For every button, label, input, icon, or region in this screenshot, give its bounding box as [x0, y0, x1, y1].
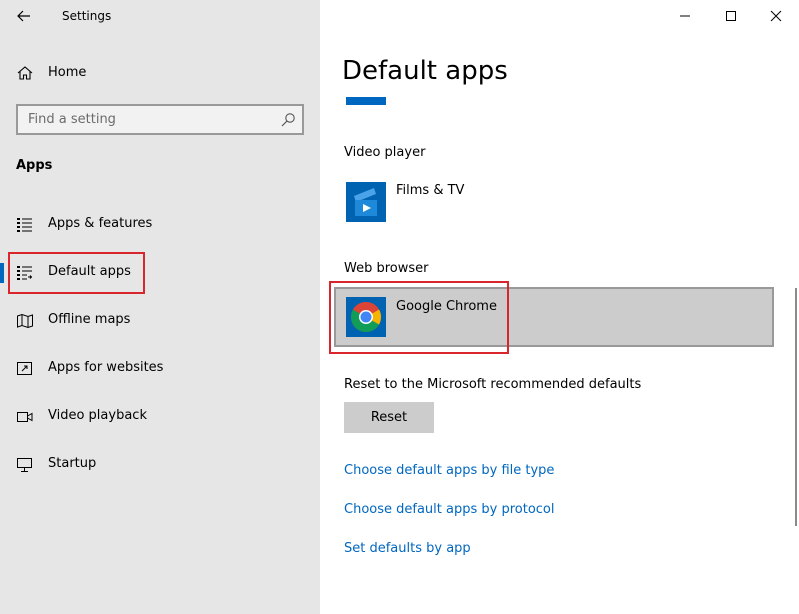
title-accent-bar	[346, 97, 386, 105]
web-browser-label: Web browser	[344, 261, 429, 276]
sidebar: Settings Home Apps Apps & features	[0, 0, 320, 614]
video-player-app-name: Films & TV	[396, 183, 465, 198]
sidebar-item-video-playback[interactable]: Video playback	[0, 397, 320, 437]
web-browser-app-button[interactable]: Google Chrome	[334, 287, 774, 347]
close-button[interactable]	[753, 0, 799, 32]
video-player-app-button[interactable]: Films & TV	[334, 172, 774, 232]
search-input[interactable]	[18, 106, 268, 133]
films-tv-icon	[346, 182, 386, 222]
apps-features-icon	[17, 218, 32, 232]
offline-maps-icon	[17, 313, 33, 329]
back-button[interactable]	[12, 4, 36, 28]
sidebar-item-label: Startup	[48, 456, 97, 471]
search-box	[16, 104, 304, 135]
sidebar-item-startup[interactable]: Startup	[0, 445, 320, 485]
sidebar-item-label: Apps & features	[48, 216, 153, 231]
video-player-label: Video player	[344, 145, 426, 160]
selection-indicator	[0, 263, 4, 283]
section-heading-apps: Apps	[16, 158, 53, 173]
sidebar-item-offline-maps[interactable]: Offline maps	[0, 301, 320, 341]
minimize-icon	[680, 15, 690, 17]
sidebar-item-apps-for-websites[interactable]: Apps for websites	[0, 349, 320, 389]
home-icon	[17, 66, 33, 80]
link-set-defaults-by-app[interactable]: Set defaults by app	[344, 541, 471, 556]
link-default-apps-by-protocol[interactable]: Choose default apps by protocol	[344, 502, 554, 517]
startup-icon	[17, 458, 32, 472]
reset-label: Reset to the Microsoft recommended defau…	[344, 377, 642, 392]
window-title: Settings	[62, 9, 112, 23]
maximize-button[interactable]	[708, 0, 754, 32]
web-browser-app-name: Google Chrome	[396, 299, 497, 314]
chrome-icon	[346, 297, 386, 337]
sidebar-item-label: Default apps	[48, 264, 131, 279]
back-arrow-icon	[17, 10, 30, 22]
default-apps-icon	[17, 266, 33, 280]
close-icon	[770, 10, 782, 22]
sidebar-item-label: Video playback	[48, 408, 147, 423]
maximize-icon	[726, 11, 736, 21]
minimize-button[interactable]	[662, 0, 708, 32]
link-default-apps-by-file-type[interactable]: Choose default apps by file type	[344, 463, 554, 478]
search-icon[interactable]	[280, 112, 296, 128]
apps-for-websites-icon	[17, 362, 32, 375]
sidebar-item-home[interactable]: Home	[0, 58, 320, 88]
sidebar-item-apps-features[interactable]: Apps & features	[0, 205, 320, 245]
scrollbar[interactable]	[795, 288, 797, 526]
page-title: Default apps	[342, 56, 508, 86]
reset-button[interactable]: Reset	[344, 402, 434, 433]
sidebar-item-default-apps[interactable]: Default apps	[0, 253, 320, 293]
sidebar-home-label: Home	[48, 65, 87, 80]
video-playback-icon	[17, 412, 33, 422]
sidebar-item-label: Apps for websites	[48, 360, 164, 375]
sidebar-item-label: Offline maps	[48, 312, 131, 327]
